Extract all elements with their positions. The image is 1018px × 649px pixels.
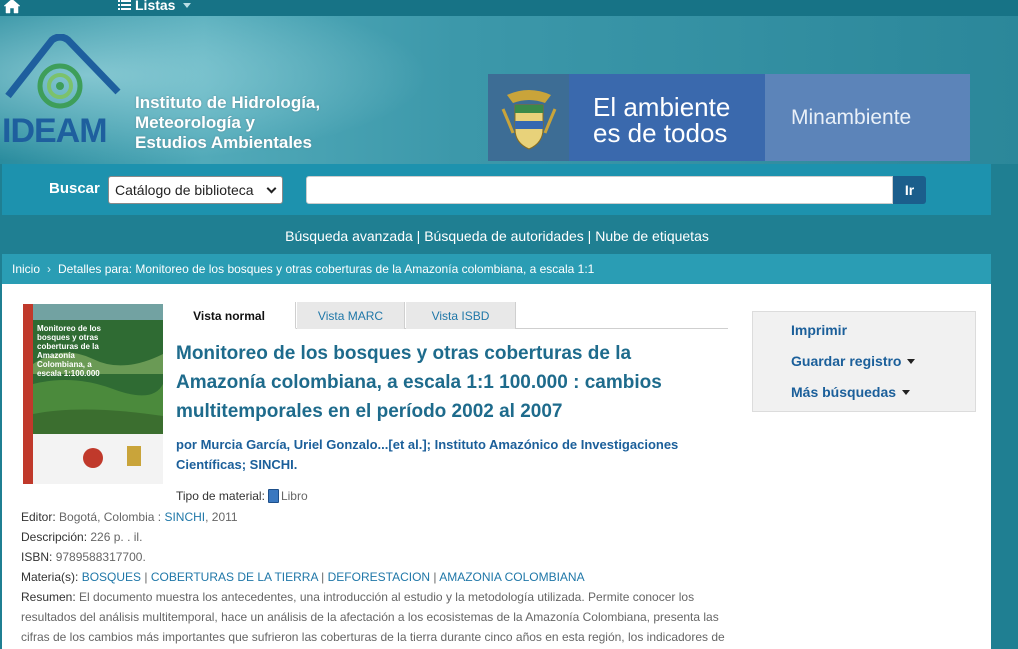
- subject-link[interactable]: DEFORESTACION: [328, 570, 430, 584]
- chevron-down-icon: [266, 183, 277, 194]
- publisher-line: Editor: Bogotá, Colombia : SINCHI, 2011: [21, 510, 238, 524]
- list-icon: [118, 0, 131, 13]
- ministry-name: Minambiente: [765, 74, 970, 161]
- record-title: Monitoreo de los bosques y otras cobertu…: [176, 343, 662, 422]
- lists-label: Listas: [135, 0, 176, 13]
- breadcrumb-home[interactable]: Inicio: [12, 262, 40, 276]
- home-icon[interactable]: [3, 0, 21, 14]
- author-link[interactable]: Murcia García, Uriel Gonzalo...[et al.];…: [176, 437, 678, 472]
- tag-cloud-link[interactable]: Nube de etiquetas: [595, 228, 709, 244]
- book-icon: [267, 489, 279, 503]
- subjects-line: Materia(s): BOSQUES | COBERTURAS DE LA T…: [21, 570, 585, 584]
- ideam-logo-icon: [5, 34, 121, 109]
- description-line: Descripción: 226 p. . il.: [21, 530, 143, 544]
- government-slogan: El ambiente es de todos: [569, 74, 765, 161]
- record-authors: por Murcia García, Uriel Gonzalo...[et a…: [176, 437, 679, 472]
- subject-link[interactable]: BOSQUES: [82, 570, 141, 584]
- site-banner: IDEAM Instituto de Hidrología, Meteorolo…: [0, 16, 1018, 164]
- subject-link[interactable]: AMAZONIA COLOMBIANA: [439, 570, 584, 584]
- search-input[interactable]: [306, 176, 893, 204]
- lists-menu[interactable]: Listas: [118, 0, 192, 13]
- book-cover[interactable]: Monitoreo de los bosques y otras cobertu…: [23, 304, 163, 484]
- more-searches-links: Búsqueda avanzada | Búsqueda de autorida…: [285, 228, 709, 244]
- chevron-down-icon: [183, 2, 192, 8]
- more-searches-menu[interactable]: Más búsquedas: [791, 384, 911, 400]
- tab-marc-view[interactable]: Vista MARC: [297, 302, 405, 329]
- cover-title: Monitoreo de los bosques y otras cobertu…: [37, 324, 101, 378]
- government-banner: El ambiente es de todos Minambiente: [488, 74, 970, 161]
- coat-of-arms-icon: [488, 74, 569, 161]
- summary: Resumen: El documento muestra los antece…: [21, 590, 725, 644]
- chevron-down-icon: [907, 359, 916, 364]
- subject-link[interactable]: COBERTURAS DE LA TIERRA: [151, 570, 318, 584]
- chevron-down-icon: [902, 390, 911, 395]
- material-type: Tipo de material: Libro: [176, 489, 308, 503]
- search-bar: Buscar Catálogo de biblioteca Ir: [2, 164, 991, 215]
- print-link[interactable]: Imprimir: [791, 322, 847, 338]
- search-label: Buscar: [49, 180, 100, 197]
- breadcrumb: Inicio › Detalles para: Monitoreo de los b…: [2, 254, 991, 284]
- record-actions: Imprimir Guardar registro Más búsquedas: [752, 311, 976, 412]
- authority-search-link[interactable]: Búsqueda de autoridades: [424, 228, 584, 244]
- top-bar: Listas: [0, 0, 1018, 16]
- search-go-button[interactable]: Ir: [893, 176, 926, 204]
- publisher-link[interactable]: SINCHI: [164, 510, 205, 524]
- search-scope-select[interactable]: Catálogo de biblioteca: [108, 176, 283, 204]
- tab-normal-view[interactable]: Vista normal: [163, 302, 296, 329]
- breadcrumb-current[interactable]: Detalles para: Monitoreo de los bosques …: [58, 262, 594, 276]
- advanced-search-link[interactable]: Búsqueda avanzada: [285, 228, 413, 244]
- institute-name: Instituto de Hidrología, Meteorología y …: [135, 93, 321, 152]
- isbn-line: ISBN: 9789588317700.: [21, 550, 146, 564]
- tab-isbd-view[interactable]: Vista ISBD: [406, 302, 516, 329]
- record-view-tabs: Vista normal Vista MARC Vista ISBD: [163, 302, 728, 329]
- record-detail: Monitoreo de los bosques y otras cobertu…: [2, 284, 991, 649]
- save-record-menu[interactable]: Guardar registro: [791, 353, 916, 369]
- logo-text: IDEAM: [2, 112, 108, 150]
